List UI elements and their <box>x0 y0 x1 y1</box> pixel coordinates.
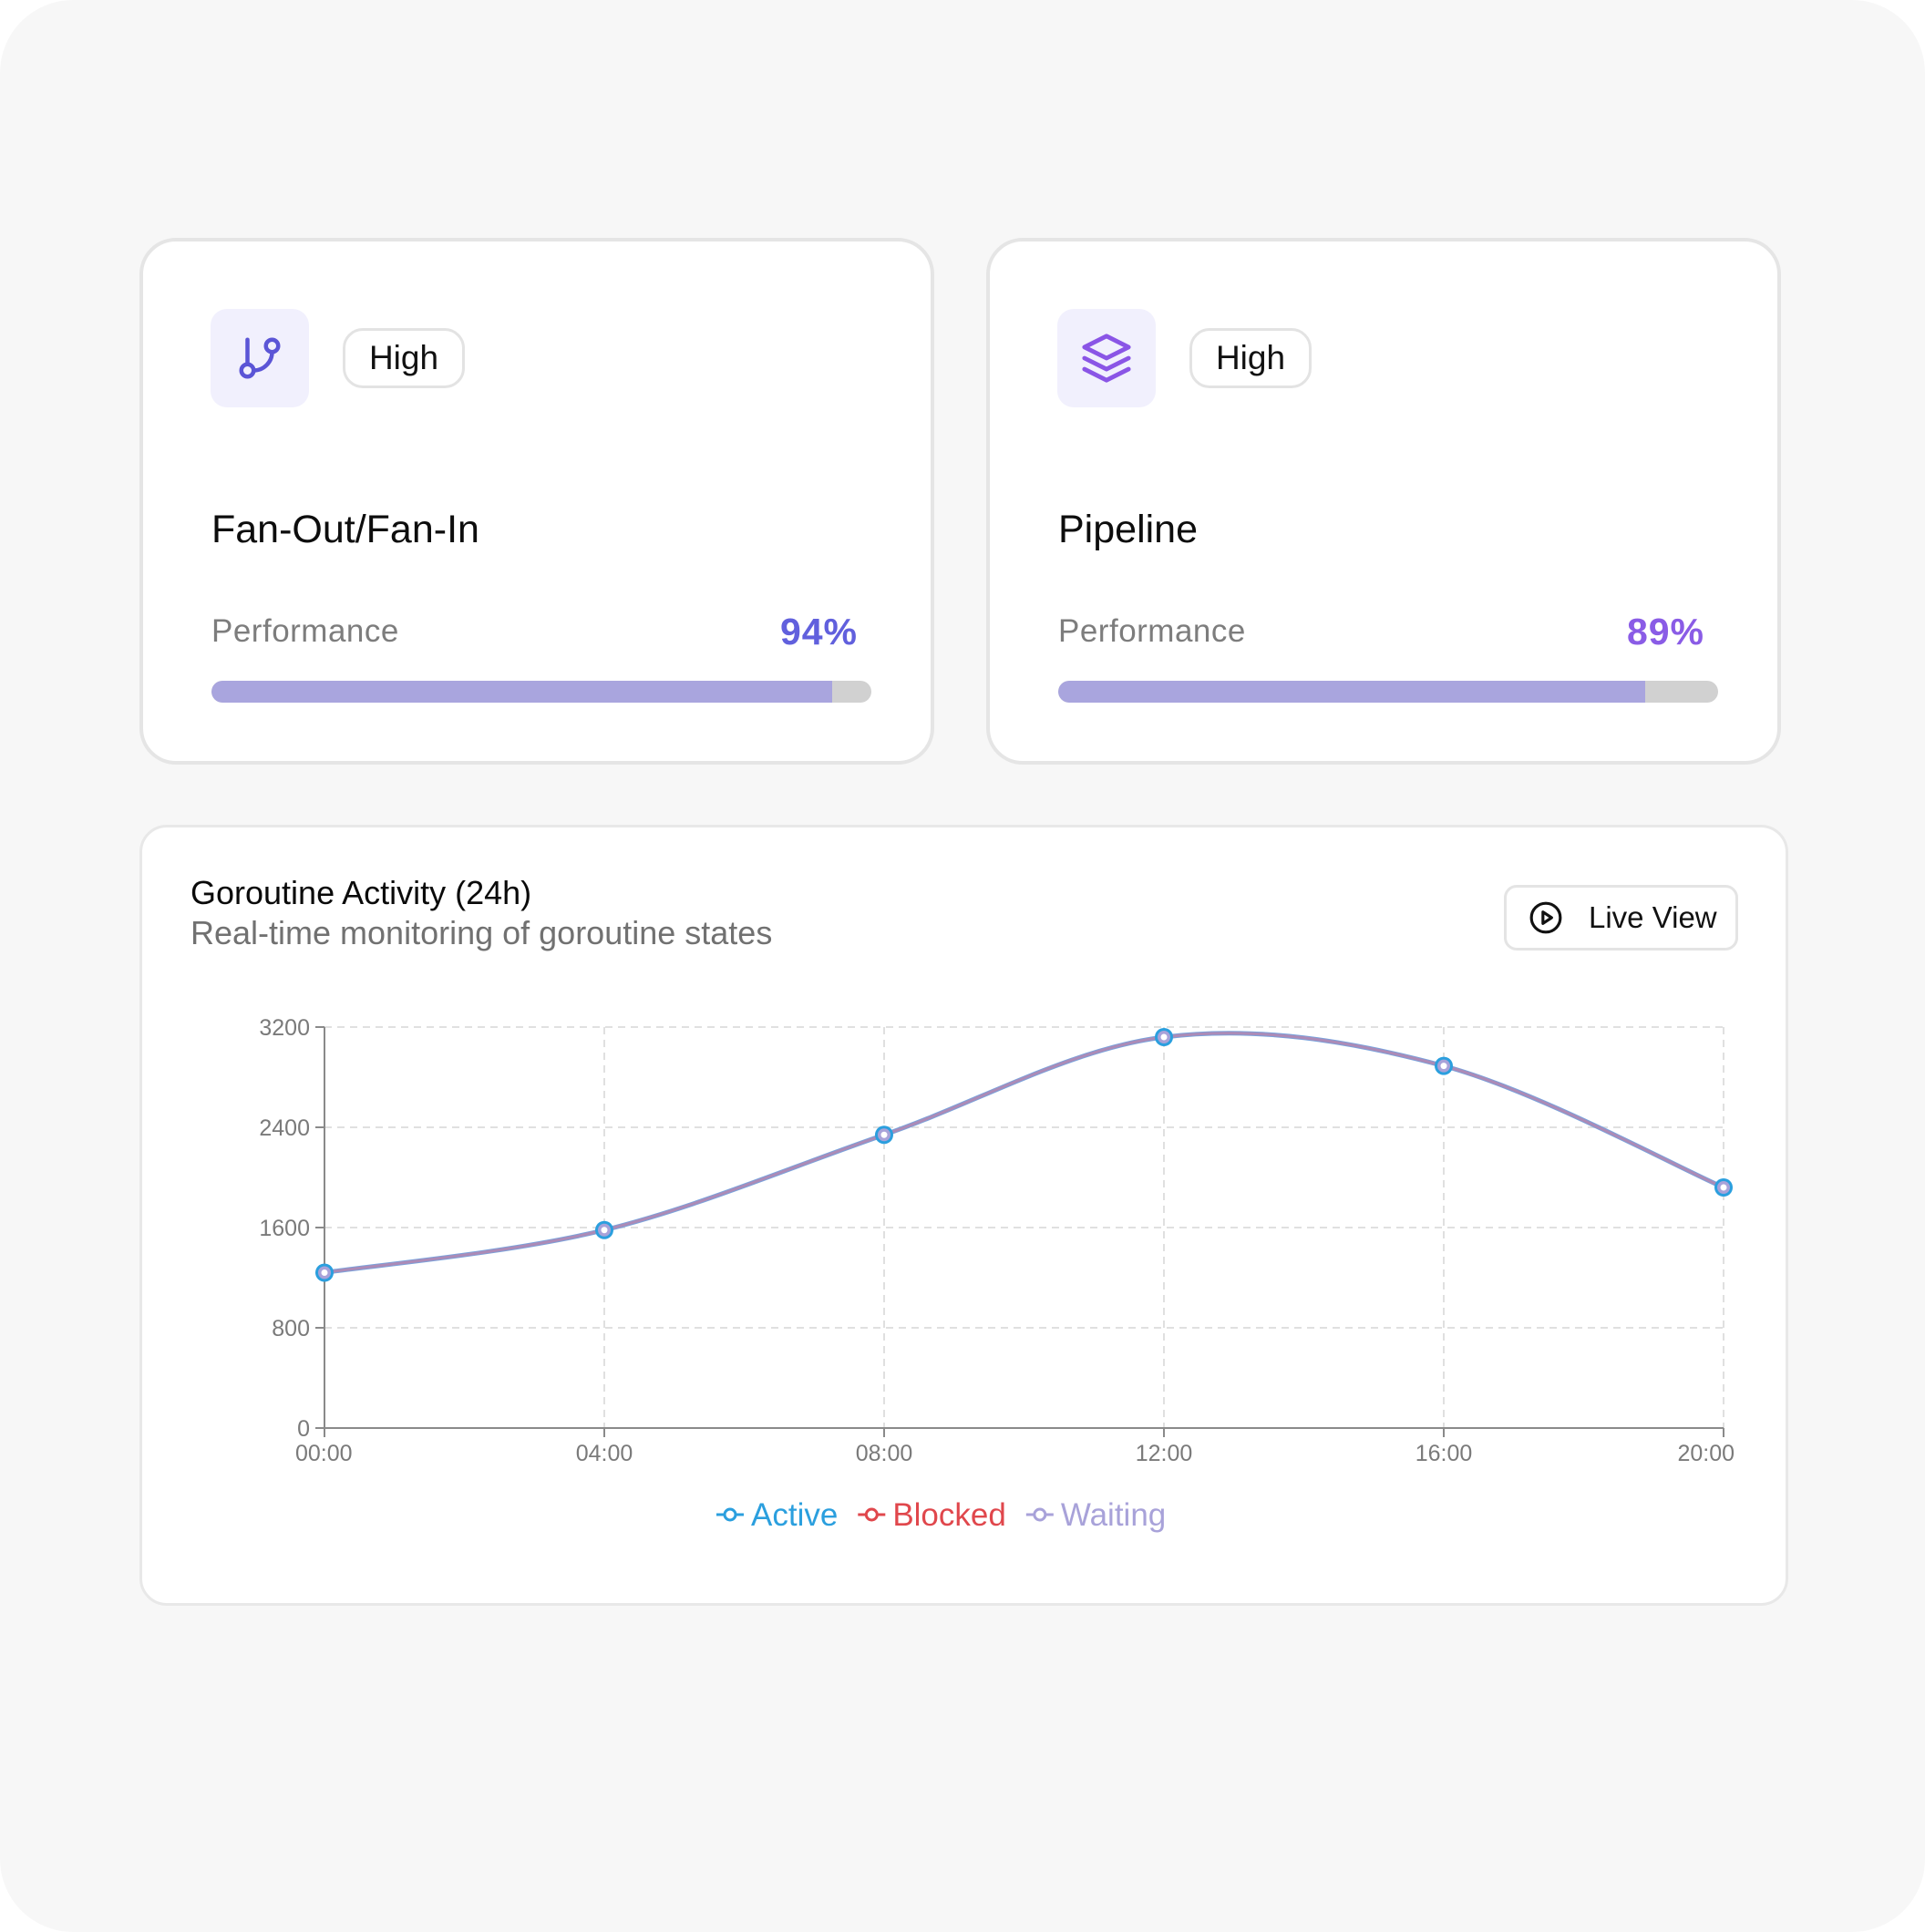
x-tick-label: 12:00 <box>1136 1441 1193 1466</box>
data-point-center <box>1160 1033 1168 1041</box>
legend-label: Blocked <box>892 1497 1006 1533</box>
app-frame: High Fan-Out/Fan-In Performance 94% High… <box>0 0 1925 1932</box>
data-point-center <box>321 1269 328 1276</box>
pattern-icon-box <box>1057 309 1156 407</box>
series-line-waiting <box>324 1032 1724 1274</box>
legend-marker-dot <box>864 1507 879 1522</box>
y-tick-label: 2400 <box>259 1115 310 1141</box>
legend-marker-dot <box>1033 1507 1047 1522</box>
goroutine-line-chart: 0 800 1600 2400 3200 00:00 04:00 08:00 12:00 16:0… <box>259 1015 1735 1533</box>
y-tick-label: 800 <box>272 1316 310 1341</box>
x-tick-label: 08:00 <box>856 1441 913 1466</box>
y-tick-label: 1600 <box>259 1216 310 1241</box>
data-point-center <box>1440 1063 1447 1070</box>
pattern-card-pipeline[interactable]: High Pipeline Performance 89% <box>986 238 1781 765</box>
data-point-center <box>1720 1184 1727 1191</box>
pattern-icon-box <box>211 309 309 407</box>
x-tick-label: 00:00 <box>295 1441 353 1466</box>
series-line-blocked <box>324 1032 1724 1274</box>
performance-label: Performance <box>1058 613 1246 649</box>
performance-value: 94% <box>779 611 858 653</box>
performance-bar-fill <box>211 681 832 703</box>
performance-label: Performance <box>211 613 399 649</box>
pattern-card-fan-out-fan-in[interactable]: High Fan-Out/Fan-In Performance 94% <box>139 238 934 765</box>
performance-value: 89% <box>1626 611 1704 653</box>
series-line-active <box>324 1031 1724 1275</box>
y-tick-label: 3200 <box>259 1015 310 1041</box>
x-tick-label: 16:00 <box>1415 1441 1473 1466</box>
x-tick-label: 20:00 <box>1677 1441 1735 1466</box>
x-tick-label: 04:00 <box>576 1441 633 1466</box>
y-tick-label: 0 <box>297 1416 310 1442</box>
pattern-title: Fan-Out/Fan-In <box>211 508 479 551</box>
priority-badge: High <box>343 328 465 388</box>
layers-icon <box>1082 334 1131 383</box>
performance-bar <box>211 681 871 703</box>
data-point-center <box>601 1227 608 1234</box>
legend-marker-dot <box>723 1507 737 1522</box>
performance-bar-fill <box>1058 681 1646 703</box>
data-point-center <box>880 1131 888 1138</box>
pattern-title: Pipeline <box>1058 508 1198 551</box>
goroutine-activity-panel: Goroutine Activity (24h) Real-time monit… <box>139 825 1788 1606</box>
git-branch-icon <box>239 337 281 379</box>
legend-label: Waiting <box>1061 1497 1166 1533</box>
performance-bar <box>1058 681 1718 703</box>
priority-badge: High <box>1189 328 1312 388</box>
legend-label: Active <box>751 1497 838 1533</box>
